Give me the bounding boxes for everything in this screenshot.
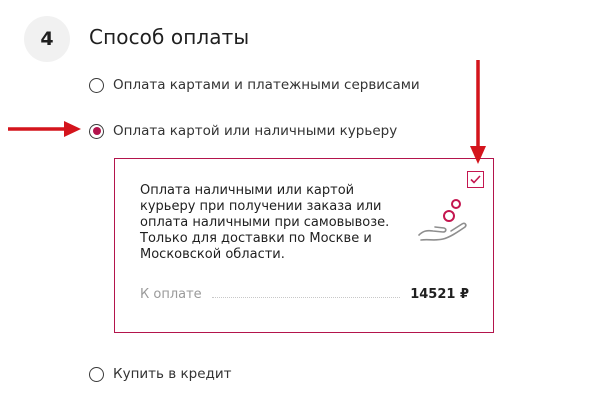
annotation-arrow-down-icon: [470, 60, 486, 164]
radio-button[interactable]: [89, 77, 104, 93]
section-title: Способ оплаты: [89, 25, 250, 49]
radio-selected-dot: [92, 127, 101, 135]
confirm-checkbox[interactable]: [467, 171, 484, 188]
payment-option-label: Оплата картой или наличными курьеру: [113, 123, 398, 139]
checkmark-icon: [470, 175, 481, 184]
total-row: К оплате 14521 ₽: [140, 287, 469, 302]
payment-option-courier[interactable]: Оплата картой или наличными курьеру: [89, 123, 397, 139]
payment-option-card-services[interactable]: Оплата картами и платежными сервисами: [89, 77, 420, 93]
payment-description: Оплата наличными или картой курьеру при …: [140, 183, 390, 262]
step-number-badge: 4: [24, 16, 70, 62]
total-amount: 14521 ₽: [410, 287, 469, 302]
hand-coins-icon: [418, 199, 467, 241]
payment-option-label: Купить в кредит: [113, 366, 232, 382]
annotation-arrow-right-icon: [8, 121, 81, 137]
total-label: К оплате: [140, 287, 202, 302]
payment-option-label: Оплата картами и платежными сервисами: [113, 77, 420, 93]
step-number: 4: [40, 28, 54, 50]
radio-button[interactable]: [89, 366, 104, 382]
dotted-leader: [211, 297, 401, 298]
radio-button-selected[interactable]: [89, 123, 104, 139]
payment-option-credit[interactable]: Купить в кредит: [89, 366, 232, 382]
courier-payment-details-card: Оплата наличными или картой курьеру при …: [114, 158, 494, 333]
